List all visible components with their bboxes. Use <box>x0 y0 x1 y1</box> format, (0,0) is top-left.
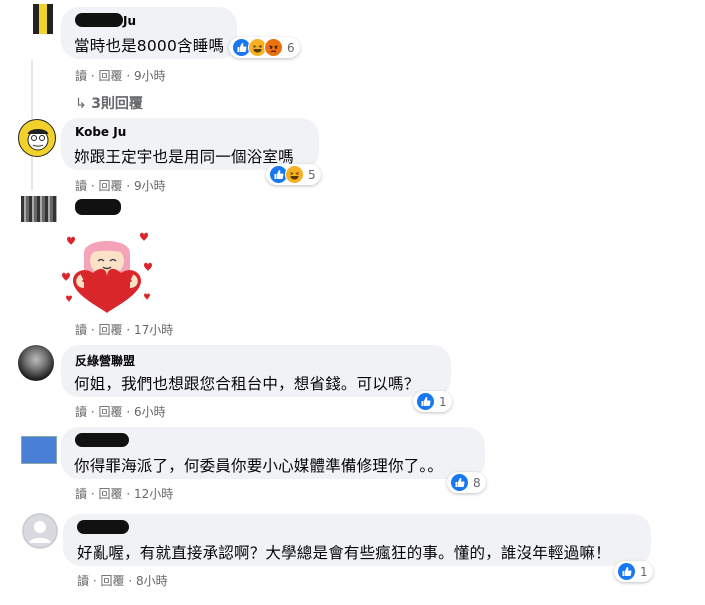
timestamp[interactable]: 17小時 <box>134 323 173 337</box>
comment-bubble: 好亂喔，有就直接承認啊？大學總是會有些瘋狂的事。懂的，誰沒年輕過嘛！ <box>63 514 651 566</box>
reaction-summary[interactable]: 6 <box>229 37 300 58</box>
separator: · <box>126 405 134 419</box>
redacted-name <box>75 199 121 215</box>
timestamp[interactable]: 12小時 <box>134 487 173 501</box>
comment-text: 妳跟王定宇也是用同一個浴室嗎 <box>74 148 294 166</box>
separator: · <box>126 179 134 193</box>
reaction-summary[interactable]: 8 <box>447 472 486 493</box>
comment-actions: 讀 · 回覆 · 9小時 <box>75 177 166 194</box>
default-avatar-icon <box>22 513 58 549</box>
reaction-count: 1 <box>439 394 447 409</box>
read-link[interactable]: 讀 <box>75 323 87 337</box>
timestamp[interactable]: 9小時 <box>134 69 166 83</box>
redacted-name <box>77 520 129 534</box>
comment-actions: 讀 · 回覆 · 9小時 <box>75 67 166 84</box>
reply-link[interactable]: 回覆 <box>98 323 122 337</box>
timestamp[interactable]: 8小時 <box>136 574 168 588</box>
comment-bubble: Kobe Ju 妳跟王定宇也是用同一個浴室嗎 <box>61 118 319 170</box>
like-icon <box>450 473 469 492</box>
reply-link[interactable]: 回覆 <box>98 69 122 83</box>
reply-link[interactable]: 回覆 <box>98 487 122 501</box>
read-link[interactable]: 讀 <box>75 179 87 193</box>
comment-actions: 讀 · 回覆 · 12小時 <box>75 485 173 502</box>
comment-bubble: Ju 當時也是8000含睡嗎 <box>61 7 237 59</box>
reaction-summary[interactable]: 5 <box>266 164 321 185</box>
reaction-count: 5 <box>308 167 316 182</box>
comment-actions: 讀 · 回覆 · 6小時 <box>75 403 166 420</box>
reply-link[interactable]: 回覆 <box>100 574 124 588</box>
reply-arrow-icon: ↳ <box>75 96 92 112</box>
angry-icon <box>264 38 283 57</box>
like-icon <box>416 392 435 411</box>
avatar-face-icon <box>27 129 49 151</box>
redacted-name <box>75 13 123 27</box>
avatar[interactable] <box>18 119 56 157</box>
reply-link[interactable]: 回覆 <box>98 405 122 419</box>
timestamp[interactable]: 9小時 <box>134 179 166 193</box>
heart-hug-sticker <box>60 225 155 317</box>
avatar[interactable] <box>21 436 57 464</box>
separator: · <box>128 574 136 588</box>
reaction-count: 6 <box>287 40 295 55</box>
avatar[interactable] <box>18 345 54 381</box>
separator: · <box>126 487 134 501</box>
reaction-summary[interactable]: 1 <box>614 561 653 582</box>
timestamp[interactable]: 6小時 <box>134 405 166 419</box>
read-link[interactable]: 讀 <box>77 574 89 588</box>
separator: · <box>126 69 134 83</box>
comment-author[interactable]: Kobe Ju <box>75 125 126 139</box>
separator: · <box>126 323 134 337</box>
reaction-count: 1 <box>640 564 648 579</box>
read-link[interactable]: 讀 <box>75 405 87 419</box>
comment-bubble: 你得罪海派了，何委員你要小心媒體準備修理你了。。 <box>61 427 485 479</box>
view-replies-link[interactable]: ↳ 3則回覆 <box>75 93 143 113</box>
comment-author[interactable]: 反綠營聯盟 <box>75 352 135 369</box>
comment-actions: 讀 · 回覆 · 8小時 <box>77 572 168 589</box>
reaction-summary[interactable]: 1 <box>413 391 452 412</box>
haha-icon <box>285 165 304 184</box>
comment-author[interactable]: Ju <box>123 14 136 28</box>
read-link[interactable]: 讀 <box>75 69 87 83</box>
redacted-name <box>75 433 129 447</box>
comment-text: 你得罪海派了，何委員你要小心媒體準備修理你了。。 <box>74 457 444 475</box>
view-replies-label: 3則回覆 <box>91 96 143 112</box>
avatar[interactable] <box>22 513 58 549</box>
like-icon <box>617 562 636 581</box>
comment-text: 何姐，我們也想跟您合租台中，想省錢。可以嗎？ <box>74 375 420 393</box>
comment-text: 好亂喔，有就直接承認啊？大學總是會有些瘋狂的事。懂的，誰沒年輕過嘛！ <box>77 544 611 562</box>
reaction-count: 8 <box>473 475 481 490</box>
reply-link[interactable]: 回覆 <box>98 179 122 193</box>
avatar[interactable] <box>21 196 57 222</box>
comment-actions: 讀 · 回覆 · 17小時 <box>75 321 173 338</box>
avatar[interactable] <box>17 4 53 34</box>
read-link[interactable]: 讀 <box>75 487 87 501</box>
comment-text: 當時也是8000含睡嗎 <box>74 37 225 55</box>
comment-bubble: 反綠營聯盟 何姐，我們也想跟您合租台中，想省錢。可以嗎？ <box>61 345 451 397</box>
